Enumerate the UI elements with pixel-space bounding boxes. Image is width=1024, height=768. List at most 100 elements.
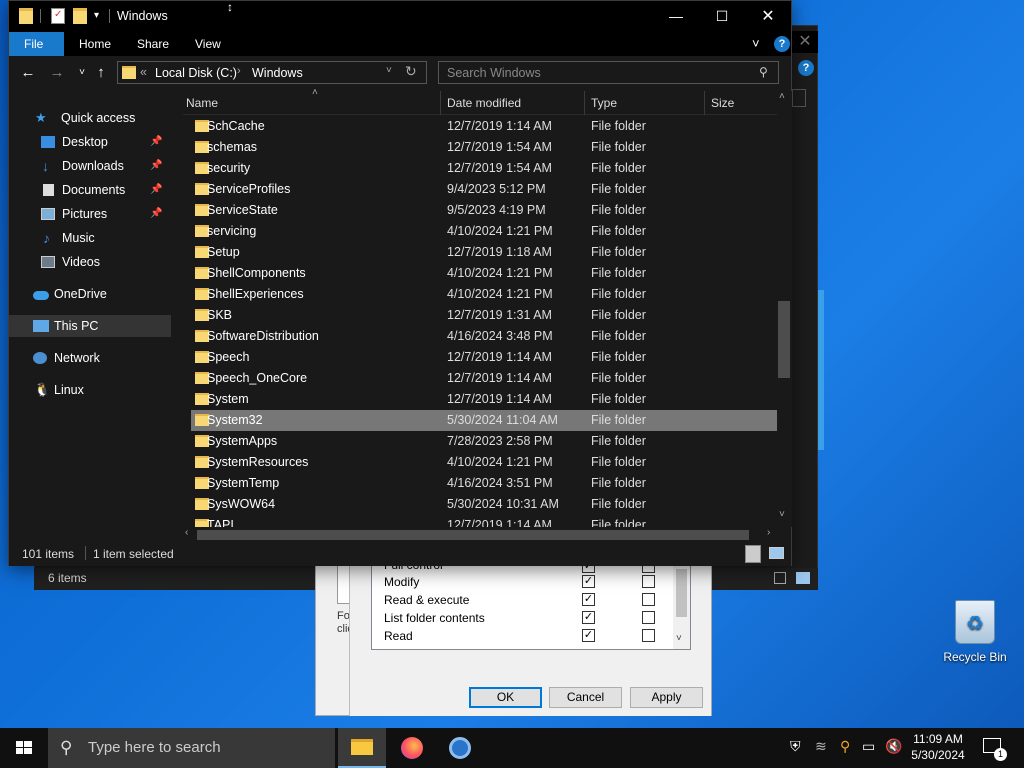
table-row[interactable]: security 12/7/2019 1:54 AM File folder <box>183 158 777 179</box>
table-row[interactable]: Speech 12/7/2019 1:14 AM File folder <box>183 347 777 368</box>
background-refresh-button[interactable] <box>792 89 806 107</box>
table-row[interactable]: ShellComponents 4/10/2024 1:21 PM File fol… <box>183 263 777 284</box>
nav-item-linux[interactable]: 🐧 Linux <box>9 379 171 401</box>
allow-checkbox[interactable]: ✓ <box>582 629 595 642</box>
nav-item-videos[interactable]: Videos <box>9 251 171 273</box>
taskbar-chromium[interactable] <box>436 728 484 768</box>
nav-item-pictures[interactable]: Pictures 📌 <box>9 203 171 225</box>
file-list[interactable]: SchCache 12/7/2019 1:14 AM File folder sch… <box>183 116 777 527</box>
nav-item-desktop[interactable]: Desktop 📌 <box>9 131 171 153</box>
background-help-icon[interactable]: ? <box>798 60 814 76</box>
nav-item-quick-access[interactable]: ★ Quick access <box>9 107 171 129</box>
table-row-selected[interactable]: System32 5/30/2024 11:04 AM File folder <box>191 410 777 431</box>
column-date-modified[interactable]: Date modified <box>447 96 521 110</box>
permissions-scrollbar[interactable]: ˅ <box>673 563 690 649</box>
search-input[interactable]: Search Windows <box>438 61 779 84</box>
new-folder-icon[interactable] <box>73 8 87 24</box>
table-row[interactable]: servicing 4/10/2024 1:21 PM File folder <box>183 221 777 242</box>
scroll-left-icon[interactable]: ‹ <box>185 527 188 538</box>
allow-checkbox[interactable]: ✓ <box>582 593 595 606</box>
table-row[interactable]: System 12/7/2019 1:14 AM File folder <box>183 389 777 410</box>
breadcrumb-windows[interactable]: Windows <box>252 66 303 80</box>
cancel-button[interactable]: Cancel <box>549 687 622 708</box>
help-icon[interactable]: ? <box>774 36 790 52</box>
scroll-right-icon[interactable]: › <box>767 527 770 538</box>
table-row[interactable]: schemas 12/7/2019 1:54 AM File folder <box>183 137 777 158</box>
scroll-up-icon[interactable]: ˄ <box>779 91 785 102</box>
background-close-icon[interactable]: ✕ <box>792 31 818 53</box>
taskbar-file-explorer[interactable] <box>338 728 386 768</box>
table-row[interactable]: SystemTemp 4/16/2024 3:51 PM File folder <box>183 473 777 494</box>
details-view-icon[interactable] <box>745 545 761 563</box>
refresh-icon[interactable]: ↻ <box>405 63 417 80</box>
tab-view[interactable]: View <box>180 32 236 56</box>
vertical-scroll-thumb[interactable] <box>778 301 790 378</box>
search-icon[interactable]: ⚲ <box>759 65 768 79</box>
maximize-button[interactable]: ☐ <box>699 1 745 32</box>
properties-icon[interactable]: ✓ <box>51 8 65 24</box>
tab-home[interactable]: Home <box>64 32 126 56</box>
clock[interactable]: 11:09 AM 5/30/2024 <box>900 731 976 763</box>
column-name[interactable]: Name <box>186 96 218 110</box>
allow-checkbox[interactable]: ✓ <box>582 575 595 588</box>
display-icon[interactable]: ▭ <box>862 738 875 758</box>
large-icons-view-icon[interactable] <box>796 572 810 584</box>
table-row[interactable]: Speech_OneCore 12/7/2019 1:14 AM File fold… <box>183 368 777 389</box>
taskbar-search-input[interactable]: Type here to search <box>48 728 335 768</box>
deny-checkbox[interactable] <box>642 593 655 606</box>
recycle-bin[interactable]: Recycle Bin <box>940 600 1010 664</box>
table-row[interactable]: SystemResources 4/10/2024 1:21 PM File fol… <box>183 452 777 473</box>
table-row[interactable]: SystemApps 7/28/2023 2:58 PM File folder <box>183 431 777 452</box>
deny-checkbox[interactable] <box>642 575 655 588</box>
horizontal-scroll-thumb[interactable] <box>197 530 749 540</box>
pin-icon[interactable]: 📌 <box>150 203 162 225</box>
nav-item-onedrive[interactable]: OneDrive <box>9 283 171 305</box>
pin-icon[interactable]: 📌 <box>150 131 162 153</box>
network-status-icon[interactable]: ≋ <box>815 738 827 758</box>
table-row[interactable]: TAPI 12/7/2019 1:14 AM File folder <box>183 515 777 527</box>
deny-checkbox[interactable] <box>642 611 655 624</box>
customize-toolbar-icon[interactable]: ▾ <box>94 10 99 21</box>
table-row[interactable]: ServiceProfiles 9/4/2023 5:12 PM File fold… <box>183 179 777 200</box>
column-size[interactable]: Size <box>711 96 734 110</box>
allow-checkbox[interactable]: ✓ <box>582 611 595 624</box>
pin-icon[interactable]: 📌 <box>150 179 162 201</box>
table-row[interactable]: SoftwareDistribution 4/16/2024 3:48 PM Fil… <box>183 326 777 347</box>
apply-button[interactable]: Apply <box>630 687 703 708</box>
ok-button[interactable]: OK <box>469 687 542 708</box>
start-button[interactable] <box>0 728 48 768</box>
nav-item-documents[interactable]: Documents 📌 <box>9 179 171 201</box>
security-icon[interactable]: ⛨ <box>790 738 801 758</box>
table-row[interactable]: SKB 12/7/2019 1:31 AM File folder <box>183 305 777 326</box>
permissions-list[interactable]: Full control ✓ Modify ✓ Read & execute ✓… <box>371 562 691 650</box>
nav-item-music[interactable]: ♪ Music <box>9 227 171 249</box>
address-bar[interactable]: « Local Disk (C:) › Windows ˅ ↻ <box>117 61 427 84</box>
title-bar[interactable]: ✓ ▾ Windows — ☐ ✕ <box>9 1 791 32</box>
forward-button[interactable]: → <box>46 61 68 85</box>
pin-icon[interactable]: 📌 <box>150 155 162 177</box>
table-row[interactable]: ServiceState 9/5/2023 4:19 PM File folder <box>183 200 777 221</box>
table-row[interactable]: ShellExperiences 4/10/2024 1:21 PM File fo… <box>183 284 777 305</box>
table-row[interactable]: SysWOW64 5/30/2024 10:31 AM File folder <box>183 494 777 515</box>
details-view-icon[interactable] <box>774 572 786 584</box>
deny-checkbox[interactable] <box>642 629 655 642</box>
taskbar-firefox[interactable] <box>388 728 436 768</box>
nav-item-downloads[interactable]: ↓ Downloads 📌 <box>9 155 171 177</box>
back-button[interactable]: ← <box>17 61 39 85</box>
close-button[interactable]: ✕ <box>745 1 791 32</box>
scroll-down-icon[interactable]: ˅ <box>676 633 682 644</box>
scroll-down-icon[interactable]: ˅ <box>779 509 785 520</box>
column-type[interactable]: Type <box>591 96 617 110</box>
minimize-button[interactable]: — <box>653 1 699 32</box>
explorer-window[interactable]: ✓ ▾ Windows — ☐ ✕ File Home Share View ˅… <box>8 0 792 566</box>
nav-item-this-pc[interactable]: This PC <box>9 315 171 337</box>
expand-ribbon-icon[interactable]: ˅ <box>752 36 760 51</box>
tab-file[interactable]: File <box>9 32 64 56</box>
tab-share[interactable]: Share <box>122 32 184 56</box>
nav-item-network[interactable]: Network <box>9 347 171 369</box>
breadcrumb-local-disk[interactable]: Local Disk (C:) <box>155 66 237 80</box>
table-row[interactable]: Setup 12/7/2019 1:18 AM File folder <box>183 242 777 263</box>
address-dropdown-icon[interactable]: ˅ <box>386 65 392 76</box>
search-tray-icon[interactable]: ⚲ <box>840 738 850 758</box>
large-icons-view-icon[interactable] <box>769 547 784 559</box>
